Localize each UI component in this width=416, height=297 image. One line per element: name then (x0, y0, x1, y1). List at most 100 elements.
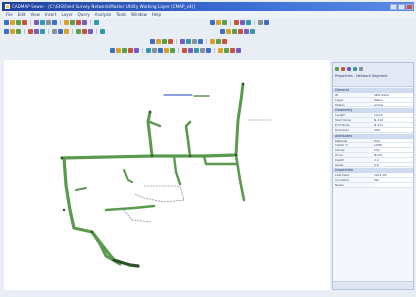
manhole-icon[interactable] (162, 39, 167, 44)
meter-icon[interactable] (180, 39, 185, 44)
pipe-segment[interactable] (60, 153, 238, 160)
node-icon[interactable] (122, 48, 127, 53)
meter-icon[interactable] (230, 48, 235, 53)
network-node[interactable] (62, 208, 66, 212)
network-node[interactable] (148, 110, 152, 114)
report-icon[interactable] (188, 48, 193, 53)
snap-icon[interactable] (134, 48, 139, 53)
pipe-segment[interactable] (172, 154, 182, 186)
property-row[interactable]: Diameter 300 (333, 127, 413, 133)
cut-icon[interactable] (64, 29, 69, 34)
draw-line-icon[interactable] (216, 20, 221, 25)
manhole-icon[interactable] (218, 48, 223, 53)
property-value[interactable]: 2.4 (373, 157, 413, 162)
pan-icon[interactable] (82, 20, 87, 25)
export-icon[interactable] (210, 39, 215, 44)
property-value[interactable]: N-210 (373, 118, 413, 122)
zoom-in-icon[interactable] (70, 20, 75, 25)
export-icon[interactable] (182, 48, 187, 53)
copy-icon[interactable] (58, 29, 63, 34)
property-value[interactable]: Mains (373, 97, 413, 102)
filter-icon[interactable] (158, 48, 163, 53)
menu-query[interactable]: Query (78, 12, 90, 17)
pipe-icon[interactable] (220, 29, 225, 34)
paste-icon[interactable] (46, 20, 51, 25)
property-value[interactable]: North (373, 152, 413, 157)
legend-icon[interactable] (341, 67, 345, 71)
pipe-icon[interactable] (200, 48, 205, 53)
undo-icon[interactable] (40, 29, 45, 34)
menu-insert[interactable]: Insert (45, 12, 56, 17)
menu-file[interactable]: File (6, 12, 13, 17)
pump-icon[interactable] (238, 29, 243, 34)
property-row[interactable]: Slope 0.8 (333, 162, 413, 168)
property-value[interactable]: N-211 (373, 122, 413, 127)
identify-icon[interactable] (4, 29, 9, 34)
legend-icon[interactable] (170, 48, 175, 53)
map-canvas[interactable] (4, 60, 330, 290)
property-grid[interactable]: General ID SEG-0412 Layer Mains Status Active G… (333, 88, 413, 188)
pipe-segment[interactable] (75, 187, 87, 191)
pipe-segment[interactable] (184, 120, 192, 158)
undo-icon[interactable] (52, 20, 57, 25)
pipe-segment[interactable] (104, 204, 156, 212)
zoom-out-icon[interactable] (76, 20, 81, 25)
property-row[interactable]: Notes - (333, 182, 413, 188)
select-icon[interactable] (110, 48, 115, 53)
property-row[interactable]: Status Active (333, 102, 413, 108)
valve-icon[interactable] (226, 29, 231, 34)
print-icon[interactable] (76, 29, 81, 34)
settings-icon[interactable] (359, 67, 363, 71)
maximize-button[interactable] (398, 3, 405, 10)
node-icon[interactable] (222, 20, 227, 25)
zoom-in-icon[interactable] (28, 29, 33, 34)
pipe-segment[interactable] (123, 169, 133, 183)
network-node[interactable] (234, 153, 238, 157)
property-value[interactable]: 0.8 (373, 162, 413, 167)
property-value[interactable]: 2011-05 (373, 173, 413, 178)
property-value[interactable]: PVC (373, 138, 413, 143)
network-map[interactable] (4, 60, 330, 290)
menu-analysis[interactable]: Analysis (95, 12, 111, 17)
save-icon[interactable] (16, 20, 21, 25)
minimize-button[interactable] (390, 3, 397, 10)
refresh-icon[interactable] (258, 20, 263, 25)
draw-line-icon[interactable] (116, 48, 121, 53)
cut-icon[interactable] (34, 20, 39, 25)
pipe-icon[interactable] (150, 39, 155, 44)
measure-icon[interactable] (234, 20, 239, 25)
menu-view[interactable]: View (30, 12, 40, 17)
open-icon[interactable] (10, 20, 15, 25)
valve-icon[interactable] (156, 39, 161, 44)
identify-icon[interactable] (94, 20, 99, 25)
print-icon[interactable] (22, 20, 27, 25)
pipe-segment[interactable] (234, 82, 245, 157)
property-value[interactable]: SEG-0412 (373, 93, 413, 97)
manhole-icon[interactable] (232, 29, 237, 34)
grid-icon[interactable] (164, 48, 169, 53)
network-node[interactable] (60, 156, 64, 160)
pump-icon[interactable] (224, 48, 229, 53)
valve-icon[interactable] (206, 48, 211, 53)
menu-window[interactable]: Window (131, 12, 147, 17)
label-icon[interactable] (236, 48, 241, 53)
legend-icon[interactable] (198, 39, 203, 44)
paste-icon[interactable] (52, 29, 57, 34)
property-value[interactable]: 300 (373, 127, 413, 132)
pan-icon[interactable] (10, 29, 15, 34)
settings-icon[interactable] (194, 48, 199, 53)
network-node[interactable] (150, 154, 154, 158)
settings-icon[interactable] (222, 39, 227, 44)
redo-icon[interactable] (34, 29, 39, 34)
network-node[interactable] (241, 82, 245, 86)
property-value[interactable]: 1998 (373, 143, 413, 148)
report-icon[interactable] (353, 67, 357, 71)
new-icon[interactable] (100, 29, 105, 34)
copy-icon[interactable] (40, 20, 45, 25)
menu-help[interactable]: Help (152, 12, 161, 17)
property-value[interactable]: Fair (373, 178, 413, 182)
save-icon[interactable] (82, 29, 87, 34)
menu-tools[interactable]: Tools (116, 12, 126, 17)
zoom-out-icon[interactable] (16, 29, 21, 34)
refresh-icon[interactable] (152, 48, 157, 53)
